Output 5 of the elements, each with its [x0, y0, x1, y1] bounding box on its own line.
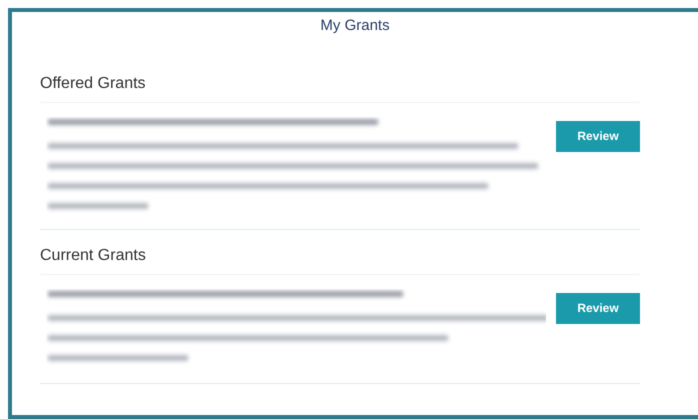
section-heading: Current Grants [40, 246, 146, 264]
review-button[interactable]: Review [556, 120, 640, 152]
review-button[interactable]: Review [556, 292, 640, 324]
page-title: My Grants [320, 16, 390, 36]
section-heading: Offered Grants [40, 74, 146, 92]
